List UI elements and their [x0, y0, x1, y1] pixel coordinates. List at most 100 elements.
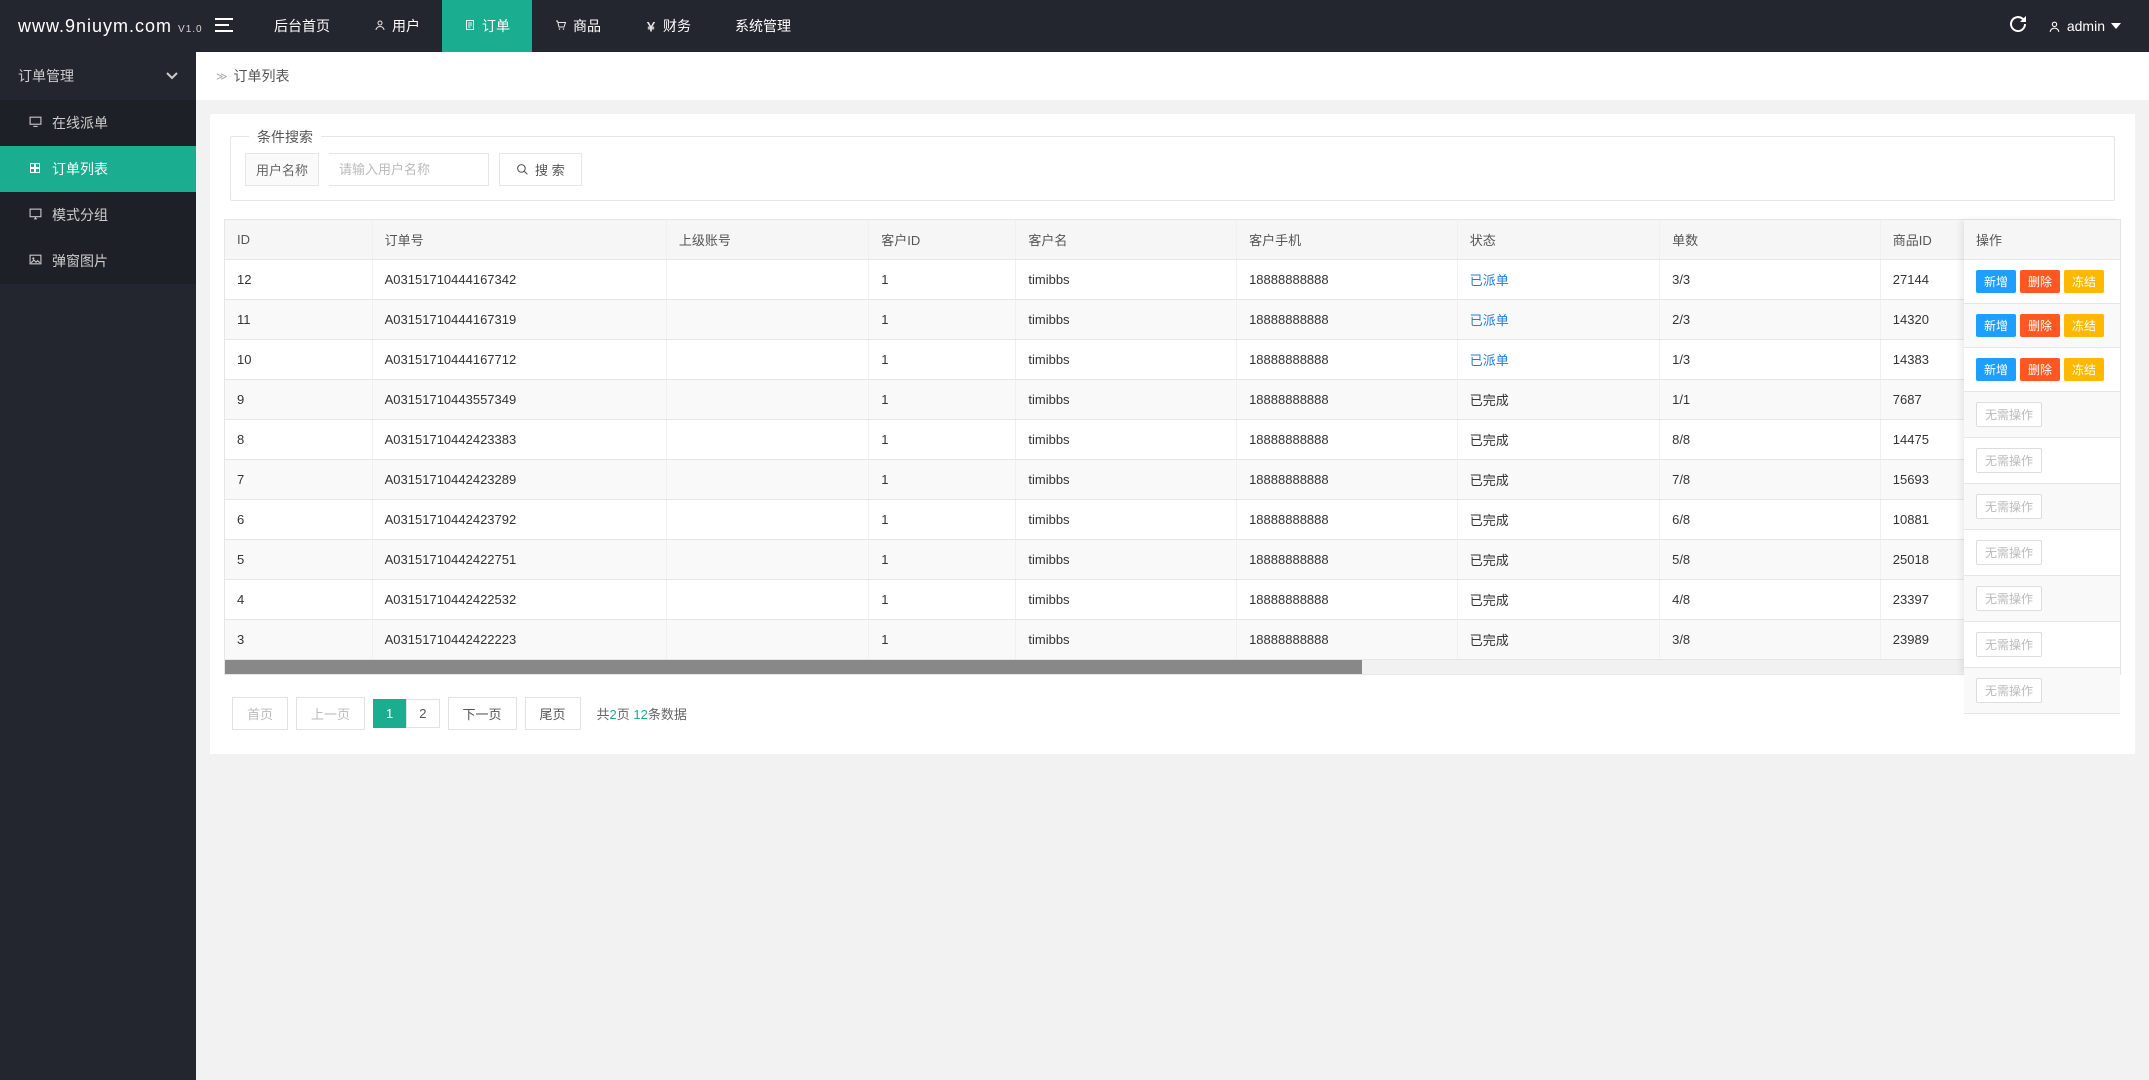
col-header: 上级账号 [666, 220, 868, 260]
screen2-icon [28, 208, 42, 223]
cell: 1/1 [1660, 380, 1881, 420]
cell: A03151710442422751 [372, 540, 666, 580]
ops-cell: 无需操作 [1964, 668, 2120, 714]
cell: A03151710442422532 [372, 580, 666, 620]
table-scroll[interactable]: ID订单号上级账号客户ID客户名客户手机状态单数商品ID商品名 12A03151… [225, 220, 2120, 660]
freeze-button[interactable]: 冻结 [2064, 358, 2104, 381]
search-button[interactable]: 搜 索 [499, 153, 582, 186]
page-number[interactable]: 2 [406, 699, 439, 728]
delete-button[interactable]: 删除 [2020, 358, 2060, 381]
chevron-down-icon [166, 72, 178, 80]
brand: www.9niuym.com V1.0 [0, 16, 196, 37]
cell: 已完成 [1457, 420, 1659, 460]
cell: 18888888888 [1237, 420, 1458, 460]
nav-order[interactable]: 订单 [442, 0, 532, 52]
col-header: 客户名 [1016, 220, 1237, 260]
cell: timibbs [1016, 260, 1237, 300]
page-info: 共2页 12条数据 [597, 704, 687, 723]
page-prev[interactable]: 上一页 [296, 697, 365, 730]
cell: 已完成 [1457, 500, 1659, 540]
cell [666, 340, 868, 380]
status-link[interactable]: 已派单 [1470, 313, 1509, 328]
screen-icon [28, 116, 42, 130]
table-row: 7A031517104424232891timibbs18888888888已完… [225, 460, 2120, 500]
nav-user[interactable]: 用户 [352, 0, 442, 52]
cell: 已完成 [1457, 460, 1659, 500]
sidebar-toggle[interactable] [196, 16, 252, 37]
freeze-button[interactable]: 冻结 [2064, 314, 2104, 337]
sidebar-item-2[interactable]: 模式分组 [0, 192, 196, 238]
breadcrumb: ≫ 订单列表 [196, 52, 2149, 100]
nav-goods[interactable]: 商品 [532, 0, 623, 52]
table-row: 5A031517104424227511timibbs18888888888已完… [225, 540, 2120, 580]
table-row: 4A031517104424225321timibbs18888888888已完… [225, 580, 2120, 620]
cell: 18888888888 [1237, 500, 1458, 540]
cell: 8/8 [1660, 420, 1881, 460]
cell: 4 [225, 580, 372, 620]
cell: 3 [225, 620, 372, 660]
page-number[interactable]: 1 [373, 699, 406, 728]
sidebar-group-orders[interactable]: 订单管理 [0, 52, 196, 100]
cell [666, 380, 868, 420]
refresh-button[interactable] [2010, 16, 2026, 37]
noop-button: 无需操作 [1976, 402, 2042, 427]
cell: 6/8 [1660, 500, 1881, 540]
noop-button: 无需操作 [1976, 632, 2042, 657]
nav-system[interactable]: 系统管理 [713, 0, 813, 52]
brand-version: V1.0 [178, 24, 203, 35]
user-name: admin [2067, 18, 2105, 34]
cell: 3/8 [1660, 620, 1881, 660]
cart-icon [554, 19, 567, 34]
add-button[interactable]: 新增 [1976, 270, 2016, 293]
search-username-input[interactable] [329, 153, 489, 186]
cell: 5/8 [1660, 540, 1881, 580]
table-horizontal-scrollbar[interactable] [225, 660, 2120, 674]
nav-finance[interactable]: ￥财务 [623, 0, 713, 52]
cell: timibbs [1016, 620, 1237, 660]
add-button[interactable]: 新增 [1976, 314, 2016, 337]
table-row: 11A031517104441673191timibbs18888888888已… [225, 300, 2120, 340]
sidebar: 订单管理 在线派单订单列表模式分组弹窗图片 [0, 52, 196, 1080]
cell: 12 [225, 260, 372, 300]
status-link[interactable]: 已派单 [1470, 273, 1509, 288]
cell: 1 [869, 420, 1016, 460]
cell [666, 540, 868, 580]
cell: 1 [869, 500, 1016, 540]
sidebar-group-label: 订单管理 [18, 66, 74, 86]
person-icon [374, 19, 386, 34]
page-next[interactable]: 下一页 [448, 697, 517, 730]
cell [666, 500, 868, 540]
ops-cell: 无需操作 [1964, 530, 2120, 576]
page-last[interactable]: 尾页 [525, 697, 581, 730]
cell: 18888888888 [1237, 540, 1458, 580]
status-link[interactable]: 已派单 [1470, 353, 1509, 368]
freeze-button[interactable]: 冻结 [2064, 270, 2104, 293]
cell: 已派单 [1457, 340, 1659, 380]
add-button[interactable]: 新增 [1976, 358, 2016, 381]
sidebar-item-1[interactable]: 订单列表 [0, 146, 196, 192]
cell: A03151710442423289 [372, 460, 666, 500]
col-header: 客户手机 [1237, 220, 1458, 260]
cell: 1 [869, 260, 1016, 300]
sidebar-item-3[interactable]: 弹窗图片 [0, 238, 196, 284]
cell: A03151710442423383 [372, 420, 666, 460]
tile-icon [28, 162, 42, 177]
delete-button[interactable]: 删除 [2020, 314, 2060, 337]
user-menu[interactable]: admin [2048, 18, 2121, 34]
table-row: 3A031517104424222231timibbs18888888888已完… [225, 620, 2120, 660]
ops-cell: 新增删除冻结 [1964, 260, 2120, 304]
sidebar-item-0[interactable]: 在线派单 [0, 100, 196, 146]
cell: 已完成 [1457, 620, 1659, 660]
cell: 18888888888 [1237, 340, 1458, 380]
nav-label: 用户 [392, 16, 420, 36]
main: ≫ 订单列表 条件搜索 用户名称 搜 索 [196, 52, 2149, 1080]
cell: 1 [869, 580, 1016, 620]
cell: 18888888888 [1237, 300, 1458, 340]
delete-button[interactable]: 删除 [2020, 270, 2060, 293]
nav-home[interactable]: 后台首页 [252, 0, 352, 52]
cell: 18888888888 [1237, 620, 1458, 660]
cell: 8 [225, 420, 372, 460]
page-first[interactable]: 首页 [232, 697, 288, 730]
cell: A03151710444167342 [372, 260, 666, 300]
cell: 4/8 [1660, 580, 1881, 620]
